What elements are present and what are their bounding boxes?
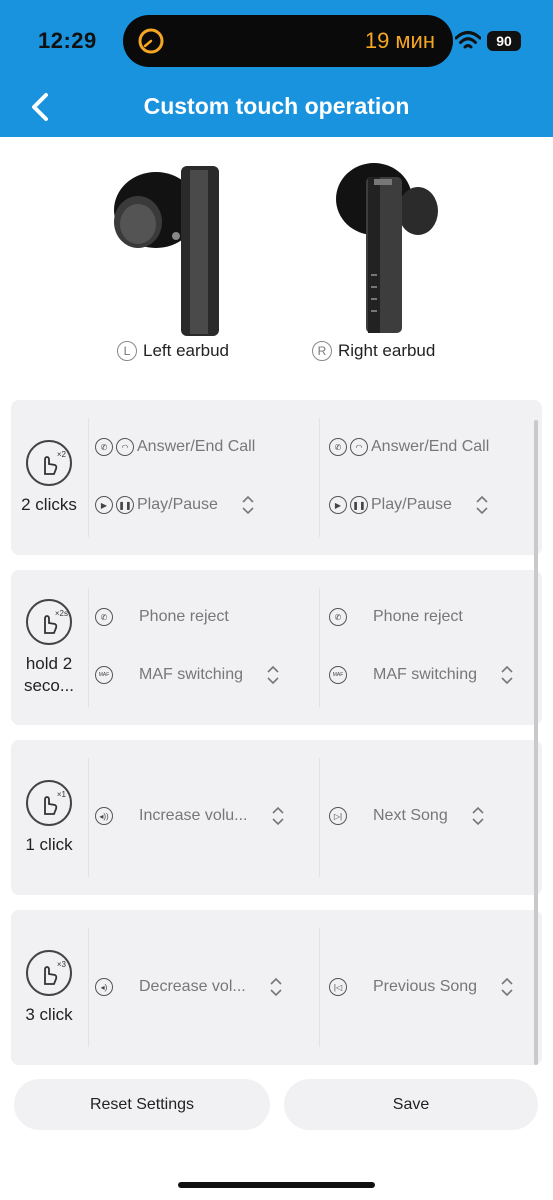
gesture-badge: ×2s xyxy=(54,608,68,618)
hold-tap-icon: ×2s xyxy=(26,598,72,645)
chevron-up-down-icon xyxy=(476,495,488,515)
column-divider xyxy=(88,588,89,707)
chevron-up-down-icon xyxy=(501,977,513,997)
play-icon: ▶ xyxy=(329,496,347,514)
column-divider xyxy=(88,418,89,537)
right-letter-badge: R xyxy=(312,341,332,361)
right-earbud-text: Right earbud xyxy=(338,341,436,360)
action-text: MAF switching xyxy=(139,666,244,683)
right-action-answer-end-call[interactable]: ✆ ◠ Answer/End Call xyxy=(329,438,489,456)
phone-icon: ✆ xyxy=(329,608,347,626)
column-divider xyxy=(319,928,320,1047)
double-tap-icon: ×2 xyxy=(26,439,72,486)
left-action-decrease-volume-select[interactable]: ◂) Decrease vol... xyxy=(95,976,284,998)
chevron-up-down-icon xyxy=(242,495,254,515)
right-earbud-label: R Right earbud xyxy=(312,341,435,361)
play-icon: ▶ xyxy=(95,496,113,514)
save-button[interactable]: Save xyxy=(284,1079,538,1130)
triple-tap-icon: ×3 xyxy=(26,949,72,996)
gesture-card-hold: ×2s hold 2 seco... ✆ Phone reject MAF MA… xyxy=(11,570,542,725)
action-text: MAF switching xyxy=(373,666,478,683)
single-tap-icon: ×1 xyxy=(26,779,72,826)
column-divider xyxy=(88,928,89,1047)
action-text: Decrease vol... xyxy=(139,978,246,995)
gesture-label: 1 click xyxy=(25,834,73,854)
gesture-label: 2 clicks xyxy=(21,494,77,514)
chevron-up-down-icon xyxy=(501,665,513,685)
action-text: Answer/End Call xyxy=(137,438,256,455)
hangup-icon: ◠ xyxy=(350,438,368,456)
volume-down-icon: ◂) xyxy=(95,978,113,996)
pause-icon: ❚❚ xyxy=(350,496,368,514)
action-text: Next Song xyxy=(373,807,448,824)
gesture-card-2-clicks: ×2 2 clicks ✆ ◠ Answer/End Call ▶ ❚❚ Play/… xyxy=(11,400,542,555)
volume-up-icon: ◂)) xyxy=(95,807,113,825)
action-text: Increase volu... xyxy=(139,807,248,824)
right-action-phone-reject[interactable]: ✆ Phone reject xyxy=(329,608,463,626)
timer-ring-icon xyxy=(138,28,164,54)
pause-icon: ❚❚ xyxy=(116,496,134,514)
column-divider xyxy=(319,758,320,877)
gesture-card-1-click: ×1 1 click ◂)) Increase volu... ▷| Next … xyxy=(11,740,542,895)
left-action-play-pause-select[interactable]: ▶ ❚❚ Play/Pause xyxy=(95,494,256,516)
reset-settings-button[interactable]: Reset Settings xyxy=(14,1079,270,1130)
chevron-up-down-icon xyxy=(267,665,279,685)
left-action-increase-volume-select[interactable]: ◂)) Increase volu... xyxy=(95,805,286,827)
action-text: Phone reject xyxy=(373,608,463,625)
maf-icon: MAF xyxy=(329,666,347,684)
action-text: Play/Pause xyxy=(371,496,452,513)
right-action-previous-song-select[interactable]: |◁ Previous Song xyxy=(329,976,515,998)
action-text: Play/Pause xyxy=(137,496,218,513)
left-earbud-text: Left earbud xyxy=(143,341,230,360)
column-divider xyxy=(319,588,320,707)
status-time: 12:29 xyxy=(38,28,97,53)
left-earbud-label: L Left earbud xyxy=(117,341,229,361)
left-letter-badge: L xyxy=(117,341,137,361)
right-action-next-song-select[interactable]: ▷| Next Song xyxy=(329,805,486,827)
chevron-up-down-icon xyxy=(472,806,484,826)
left-earbud-image xyxy=(114,166,219,336)
scrollbar[interactable] xyxy=(534,420,538,1065)
gesture-cell: ×2 2 clicks xyxy=(11,400,87,555)
app-header: 12:29 19 мин 90 Custom touch operation xyxy=(0,0,553,137)
island-timer-text: 19 мин xyxy=(364,28,435,53)
page-title: Custom touch operation xyxy=(143,93,410,119)
action-text: Phone reject xyxy=(139,608,229,625)
right-action-maf-switching-select[interactable]: MAF MAF switching xyxy=(329,664,515,686)
wifi-icon xyxy=(455,31,481,49)
chevron-up-down-icon xyxy=(271,806,284,826)
gesture-label: 3 click xyxy=(25,1004,73,1024)
column-divider xyxy=(88,758,89,877)
gesture-badge: ×1 xyxy=(56,789,66,799)
phone-icon: ✆ xyxy=(95,438,113,456)
gesture-cell: ×1 1 click xyxy=(11,740,87,895)
gesture-card-3-click: ×3 3 click ◂) Decrease vol... |◁ Previou… xyxy=(11,910,542,1065)
column-divider xyxy=(319,418,320,537)
left-action-phone-reject[interactable]: ✆ Phone reject xyxy=(95,608,229,626)
dynamic-island[interactable]: 19 мин xyxy=(123,15,453,67)
hangup-icon: ◠ xyxy=(116,438,134,456)
action-text: Answer/End Call xyxy=(371,438,490,455)
action-text: Previous Song xyxy=(373,978,478,995)
gesture-cell: ×2s hold 2 seco... xyxy=(11,570,87,725)
gesture-label: hold 2 seco... xyxy=(23,653,75,695)
phone-icon: ✆ xyxy=(329,438,347,456)
left-action-answer-end-call[interactable]: ✆ ◠ Answer/End Call xyxy=(95,438,255,456)
maf-icon: MAF xyxy=(95,666,113,684)
right-earbud-image xyxy=(336,163,438,333)
battery-indicator: 90 xyxy=(487,31,521,51)
chevron-up-down-icon xyxy=(270,977,282,997)
phone-icon: ✆ xyxy=(95,608,113,626)
home-indicator[interactable] xyxy=(178,1182,375,1188)
gesture-badge: ×2 xyxy=(56,449,66,459)
gesture-cell: ×3 3 click xyxy=(11,910,87,1065)
next-song-icon: ▷| xyxy=(329,807,347,825)
previous-song-icon: |◁ xyxy=(329,978,347,996)
gesture-badge: ×3 xyxy=(56,959,66,969)
right-action-play-pause-select[interactable]: ▶ ❚❚ Play/Pause xyxy=(329,494,490,516)
left-action-maf-switching-select[interactable]: MAF MAF switching xyxy=(95,664,281,686)
